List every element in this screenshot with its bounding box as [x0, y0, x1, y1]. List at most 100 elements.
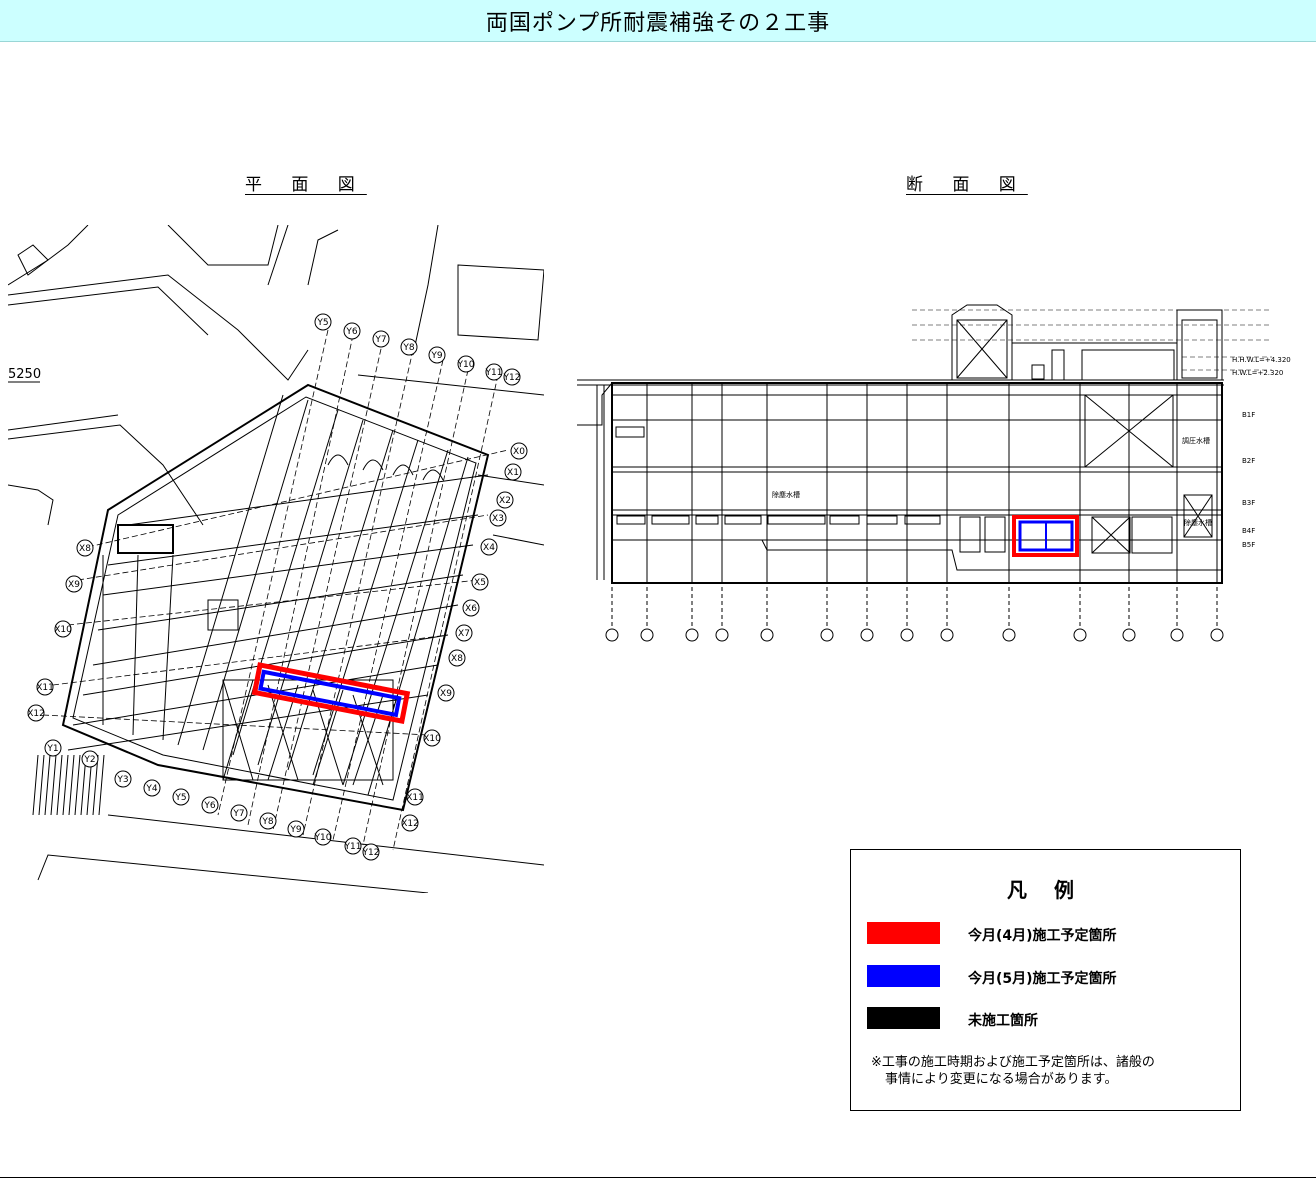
section-view-label: 断 面 図 [906, 175, 1028, 195]
legend-label-may: 今月(5月)施工予定箇所 [968, 971, 1117, 987]
grid-bubble-x2: X2 [496, 491, 514, 509]
svg-text:X10: X10 [423, 734, 441, 744]
legend-note-line2: 事情により変更になる場合があります。 [885, 1072, 1118, 1087]
grid-bubble-y10: Y10 [314, 828, 332, 846]
svg-text:X9: X9 [68, 580, 80, 590]
grid-bubble-x7: X7 [455, 624, 473, 642]
svg-text:X0: X0 [513, 447, 525, 457]
level-hwl: H.W.L=+2.320 [1232, 369, 1283, 377]
grid-bubble-x11: X11 [406, 788, 424, 806]
grid-bubble-left-x9: X9 [65, 575, 83, 593]
legend-label-pending: 未施工箇所 [968, 1013, 1038, 1029]
grid-bubble-x3: X3 [489, 509, 507, 527]
plan-top-text: 5250 [8, 367, 41, 382]
grid-bubble-x8: X8 [448, 649, 466, 667]
grid-bubble-y6: Y6 [201, 796, 219, 814]
section-grid-bubble-5 [820, 628, 834, 642]
svg-text:Y10: Y10 [457, 360, 475, 370]
level-b3f: B3F [1242, 499, 1255, 507]
section-grid-bubble-6 [860, 628, 874, 642]
grid-bubble-top-y7: Y7 [372, 330, 390, 348]
plan-view-label: 平 面 図 [245, 175, 367, 195]
grid-bubble-x5: X5 [471, 573, 489, 591]
svg-text:X12: X12 [401, 819, 419, 829]
section-grid-bubble-11 [1122, 628, 1136, 642]
legend-note-line1: ※工事の施工時期および施工予定箇所は、諸般の [871, 1055, 1155, 1070]
grid-bubble-y3: Y3 [114, 770, 132, 788]
legend-label-april: 今月(4月)施工予定箇所 [968, 928, 1117, 944]
svg-text:X11: X11 [406, 793, 424, 803]
svg-text:Y12: Y12 [503, 373, 521, 383]
section-grid-bubble-3 [715, 628, 729, 642]
bottom-rule [0, 1177, 1316, 1178]
svg-text:Y1: Y1 [46, 744, 58, 754]
grid-bubble-left-x12: X12 [27, 704, 45, 722]
grid-bubble-x6: X6 [462, 599, 480, 617]
grid-bubble-y5: Y5 [172, 788, 190, 806]
grid-bubble-top-y8: Y8 [400, 338, 418, 356]
level-b2f: B2F [1242, 457, 1255, 465]
legend-swatch-pending [867, 1007, 940, 1029]
legend-title: 凡 例 [1007, 878, 1084, 902]
svg-text:X9: X9 [440, 689, 452, 699]
grid-bubble-left-x8: X8 [76, 539, 94, 557]
svg-text:X5: X5 [474, 578, 486, 588]
svg-text:X10: X10 [54, 625, 72, 635]
grid-bubble-y7: Y7 [230, 804, 248, 822]
svg-text:Y7: Y7 [232, 809, 244, 819]
grid-bubble-left-x11: X11 [36, 678, 54, 696]
room-label-1: 除塵水槽 [772, 490, 800, 499]
svg-text:Y2: Y2 [83, 755, 95, 765]
grid-bubble-top-y9: Y9 [428, 346, 446, 364]
svg-text:X7: X7 [458, 629, 470, 639]
level-b5f: B5F [1242, 541, 1255, 549]
legend-swatch-april [867, 922, 940, 944]
legend-note: ※工事の施工時期および施工予定箇所は、諸般の 事情により変更になる場合があります… [871, 1054, 1155, 1088]
section-grid-bubble-1 [640, 628, 654, 642]
section-grid-bubble-10 [1073, 628, 1087, 642]
grid-bubble-top-y5: Y5 [314, 313, 332, 331]
grid-bubble-y4: Y4 [143, 779, 161, 797]
svg-text:X8: X8 [451, 654, 463, 664]
page-title: 両国ポンプ所耐震補強その２工事 [0, 0, 1316, 42]
svg-text:Y4: Y4 [145, 784, 157, 794]
grid-bubble-x12: X12 [401, 814, 419, 832]
svg-text:Y10: Y10 [314, 833, 332, 843]
grid-bubble-y9: Y9 [287, 820, 305, 838]
svg-text:Y12: Y12 [362, 848, 380, 858]
svg-text:Y9: Y9 [430, 351, 442, 361]
svg-text:Y6: Y6 [203, 801, 215, 811]
section-grid-bubble-0 [605, 628, 619, 642]
grid-bubble-y12: Y12 [362, 843, 380, 861]
grid-bubble-y8: Y8 [259, 812, 277, 830]
level-b4f: B4F [1242, 527, 1255, 535]
svg-text:X1: X1 [507, 468, 519, 478]
svg-text:X8: X8 [79, 544, 91, 554]
svg-text:X3: X3 [492, 514, 504, 524]
svg-text:Y8: Y8 [402, 343, 414, 353]
grid-bubble-top-y12: Y12 [503, 368, 521, 386]
svg-text:X2: X2 [499, 496, 511, 506]
section-grid-bubble-8 [940, 628, 954, 642]
svg-text:Y11: Y11 [344, 842, 362, 852]
svg-text:Y9: Y9 [289, 825, 301, 835]
svg-text:X11: X11 [36, 683, 54, 693]
svg-text:Y8: Y8 [261, 817, 273, 827]
section-grid-bubble-12 [1170, 628, 1184, 642]
section-view-drawing: H.H.W.L=+4.320 H.W.L=+2.320 B1F B2F B3F … [577, 304, 1291, 642]
svg-text:Y5: Y5 [174, 793, 186, 803]
svg-text:Y6: Y6 [345, 327, 357, 337]
grid-bubble-x1: X1 [504, 463, 522, 481]
level-hhwl: H.H.W.L=+4.320 [1232, 356, 1291, 364]
svg-text:X4: X4 [483, 543, 495, 553]
grid-bubble-x0: X0 [510, 442, 528, 460]
section-grid-bubble-9 [1002, 628, 1016, 642]
grid-bubble-x9: X9 [437, 684, 455, 702]
svg-text:Y5: Y5 [316, 318, 328, 328]
grid-bubble-y11: Y11 [344, 837, 362, 855]
section-grid-bubble-2 [685, 628, 699, 642]
room-label-2: 除塵水槽 [1184, 518, 1212, 527]
svg-text:X12: X12 [27, 709, 45, 719]
plan-view-drawing: X0 X1 X2 X3 X4 X5 X6 X7 X8 X9 X10 X11 X12 X8 X9 X10 X11 X… [8, 225, 544, 893]
room-label-3: 調圧水槽 [1182, 436, 1210, 445]
